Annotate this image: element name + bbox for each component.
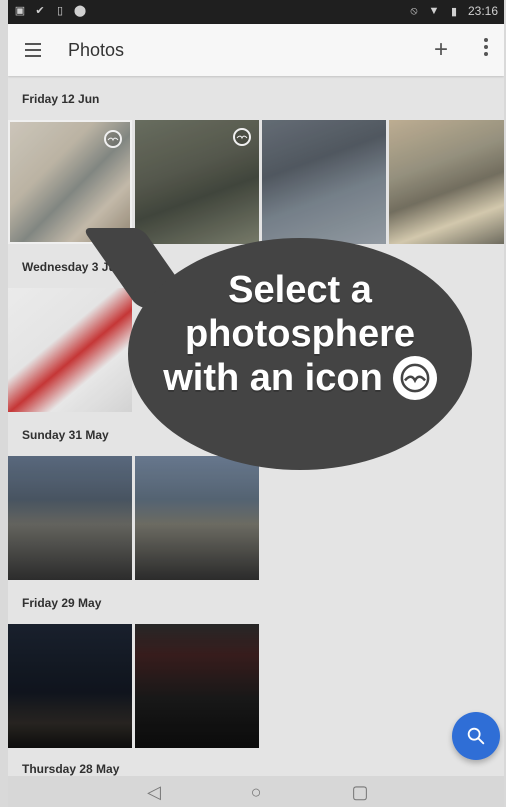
recents-icon[interactable]: ▢ xyxy=(350,782,370,802)
app-frame: ▣ ✔ ▯ ⬤ ⦸ ▼ ▮ 23:16 Photos + Friday 12 J… xyxy=(8,0,504,807)
add-icon[interactable]: + xyxy=(434,36,448,64)
overlay-line-1: Select a xyxy=(228,269,372,311)
overlay-instruction: Select a photosphere with an icon xyxy=(128,268,472,400)
page-title: Photos xyxy=(68,40,125,60)
back-icon[interactable]: ◁ xyxy=(144,782,164,802)
wifi-icon: ▼ xyxy=(428,5,440,17)
system-nav-bar: ◁ ○ ▢ xyxy=(8,776,504,807)
status-bar: ▣ ✔ ▯ ⬤ ⦸ ▼ ▮ 23:16 xyxy=(8,0,504,24)
pin-icon: ⬤ xyxy=(73,4,87,17)
do-not-disturb-icon: ⦸ xyxy=(410,4,418,17)
app-bar: Photos + xyxy=(8,24,504,76)
status-right-icons: ⦸ ▼ ▮ 23:16 xyxy=(408,4,498,18)
menu-icon[interactable] xyxy=(20,38,46,62)
search-button[interactable] xyxy=(452,712,500,760)
overlay-line-3: with an icon xyxy=(163,356,437,400)
overflow-menu-icon[interactable] xyxy=(484,38,490,56)
search-icon xyxy=(467,727,485,745)
battery-icon: ▮ xyxy=(450,5,457,18)
status-left-icons: ▣ ✔ ▯ ⬤ xyxy=(14,4,87,17)
check-icon: ✔ xyxy=(35,4,45,17)
home-icon[interactable]: ○ xyxy=(246,782,266,802)
overlay-line-3-text: with an icon xyxy=(163,357,383,399)
image-icon: ▣ xyxy=(14,4,26,17)
phone-icon: ▯ xyxy=(56,4,64,17)
photosphere-icon xyxy=(392,356,437,400)
overlay-line-2: photosphere xyxy=(184,313,416,355)
status-time: 23:16 xyxy=(467,4,498,18)
